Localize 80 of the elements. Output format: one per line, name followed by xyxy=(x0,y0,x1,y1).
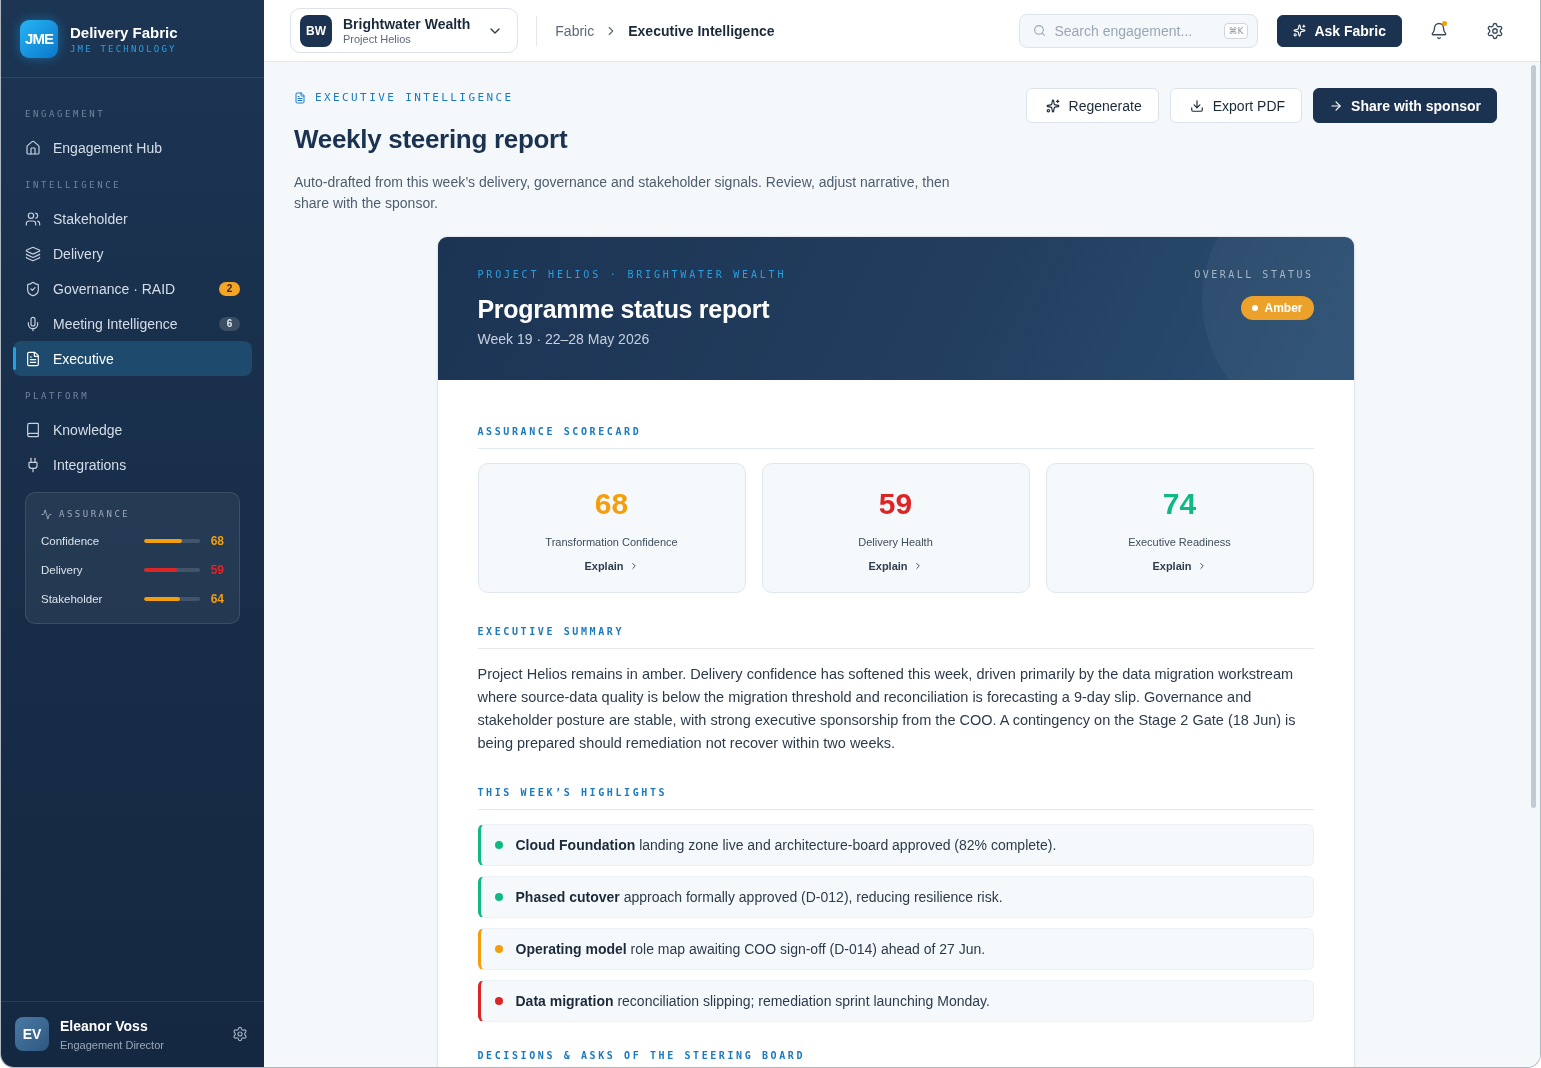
report-title: Programme status report xyxy=(477,294,771,324)
ask-button[interactable]: Ask Fabric xyxy=(1277,14,1402,47)
metric-value: 59 xyxy=(209,563,224,577)
pulse-icon xyxy=(41,508,52,520)
status-label: OVERALL STATUS xyxy=(1194,269,1314,281)
document-icon xyxy=(25,350,41,367)
report-eyebrow: PROJECT HELIOS · BRIGHTWATER WEALTH xyxy=(477,269,787,281)
settings-icon xyxy=(1486,21,1504,40)
action-button[interactable]: Regenerate xyxy=(1025,88,1159,123)
page-description: Auto-drafted from this week’s delivery, governance and stakeholder signals. Review, adjust narrative, then share with the sponsor. xyxy=(294,173,951,213)
highlight-text: Data migration reconciliation slipping; remediation sprint launching Monday. xyxy=(515,993,990,1009)
action-button[interactable]: Share with sponsor xyxy=(1313,88,1497,123)
section-label: INTELLIGENCE xyxy=(24,179,123,191)
microphone-icon xyxy=(25,315,41,332)
search-icon xyxy=(1033,23,1047,37)
sparkle-icon xyxy=(1045,98,1060,113)
section-heading: ASSURANCE SCORECARD xyxy=(477,426,1314,449)
layers-icon xyxy=(25,245,41,262)
brand-name: Delivery Fabric xyxy=(70,23,178,41)
engagement-switcher[interactable]: BW Brightwater Wealth Project Helios xyxy=(290,8,519,53)
breadcrumb-link[interactable]: Fabric xyxy=(555,22,595,39)
report-period: Week 19 · 22–28 May 2026 xyxy=(477,330,651,348)
home-icon xyxy=(25,139,41,156)
section-heading: EXECUTIVE SUMMARY xyxy=(477,626,1314,649)
section-heading: THIS WEEK’S HIGHLIGHTS xyxy=(477,787,1314,810)
org-avatar: BW xyxy=(300,14,332,47)
explain-link[interactable]: Explain xyxy=(1152,559,1207,573)
metric-label: Confidence xyxy=(41,535,101,547)
book-icon xyxy=(25,421,41,438)
metric-value: 64 xyxy=(209,592,224,606)
brand-logo: JME xyxy=(20,19,58,58)
section-label: ENGAGEMENT xyxy=(24,108,107,120)
page-eyebrow: EXECUTIVE INTELLIGENCE xyxy=(315,91,514,105)
breadcrumb-current: Executive Intelligence xyxy=(628,22,775,39)
download-icon xyxy=(1189,98,1204,113)
metric-value: 68 xyxy=(209,534,224,548)
score-value: 74 xyxy=(1162,486,1197,522)
status-badge: Amber xyxy=(1241,296,1314,320)
highlight-text: Cloud Foundation landing zone live and architecture-board approved (82% complete). xyxy=(515,837,1057,853)
nav-item[interactable]: Governance · RAID 2 xyxy=(13,271,252,306)
user-avatar: EV xyxy=(15,1017,49,1051)
bell-icon xyxy=(1430,21,1448,40)
section-heading: DECISIONS & ASKS OF THE STEERING BOARD xyxy=(477,1050,807,1063)
metric-label: Stakeholder xyxy=(41,593,104,605)
scrollbar-thumb[interactable] xyxy=(1531,65,1536,808)
plug-icon xyxy=(25,456,41,473)
document-icon xyxy=(294,92,306,104)
nav-item[interactable]: Stakeholder xyxy=(13,201,252,236)
highlight-text: Phased cutover approach formally approved (D-012), reducing resilience risk. xyxy=(515,889,1003,905)
nav-item[interactable]: Integrations xyxy=(13,447,252,482)
nav-item[interactable]: Executive xyxy=(13,341,252,376)
nav-item[interactable]: Meeting Intelligence 6 xyxy=(13,306,252,341)
brand-tagline: JME TECHNOLOGY xyxy=(70,43,178,54)
arrow-right-icon xyxy=(1329,98,1344,113)
summary-text: Project Helios remains in amber. Delivery confidence has softened this week, driven primarily by the data migration workstream where source-data quality is below the migration threshold and reconciliation is forecasting a 9-day slip. Governance and stakeholder posture are stable, with strong executive sponsorship from the COO. A contingency on the Stage 2 Gate (18 Jun) is being prepared should remediation not recover within two weeks. xyxy=(477,665,1297,753)
explain-link[interactable]: Explain xyxy=(868,559,923,573)
nav-item[interactable]: Knowledge xyxy=(13,412,252,447)
page-title: Weekly steering report xyxy=(294,123,569,155)
action-button[interactable]: Export PDF xyxy=(1169,88,1303,123)
metric-label: Delivery xyxy=(41,564,84,576)
card-title: ASSURANCE xyxy=(59,508,131,520)
nav-item[interactable]: Delivery xyxy=(13,236,252,271)
score-label: Transformation Confidence xyxy=(545,535,678,549)
count-badge: 6 xyxy=(219,316,240,331)
score-label: Delivery Health xyxy=(858,535,933,549)
shield-icon xyxy=(25,280,41,297)
score-label: Executive Readiness xyxy=(1128,535,1231,549)
user-name: Eleanor Voss xyxy=(60,1017,149,1034)
explain-link[interactable]: Explain xyxy=(584,559,639,573)
score-value: 68 xyxy=(594,486,629,522)
score-value: 59 xyxy=(878,486,913,522)
count-badge: 2 xyxy=(219,281,240,296)
user-role: Engagement Director xyxy=(60,1038,164,1051)
settings-icon xyxy=(232,1026,248,1042)
highlight-text: Operating model role map awaiting COO sign-off (D-014) ahead of 27 Jun. xyxy=(515,941,986,957)
nav-item[interactable]: Engagement Hub xyxy=(13,130,252,165)
sparkle-icon xyxy=(1293,24,1307,37)
section-label: PLATFORM xyxy=(24,390,91,402)
people-icon xyxy=(25,210,41,227)
status-dot-icon xyxy=(1252,305,1259,311)
